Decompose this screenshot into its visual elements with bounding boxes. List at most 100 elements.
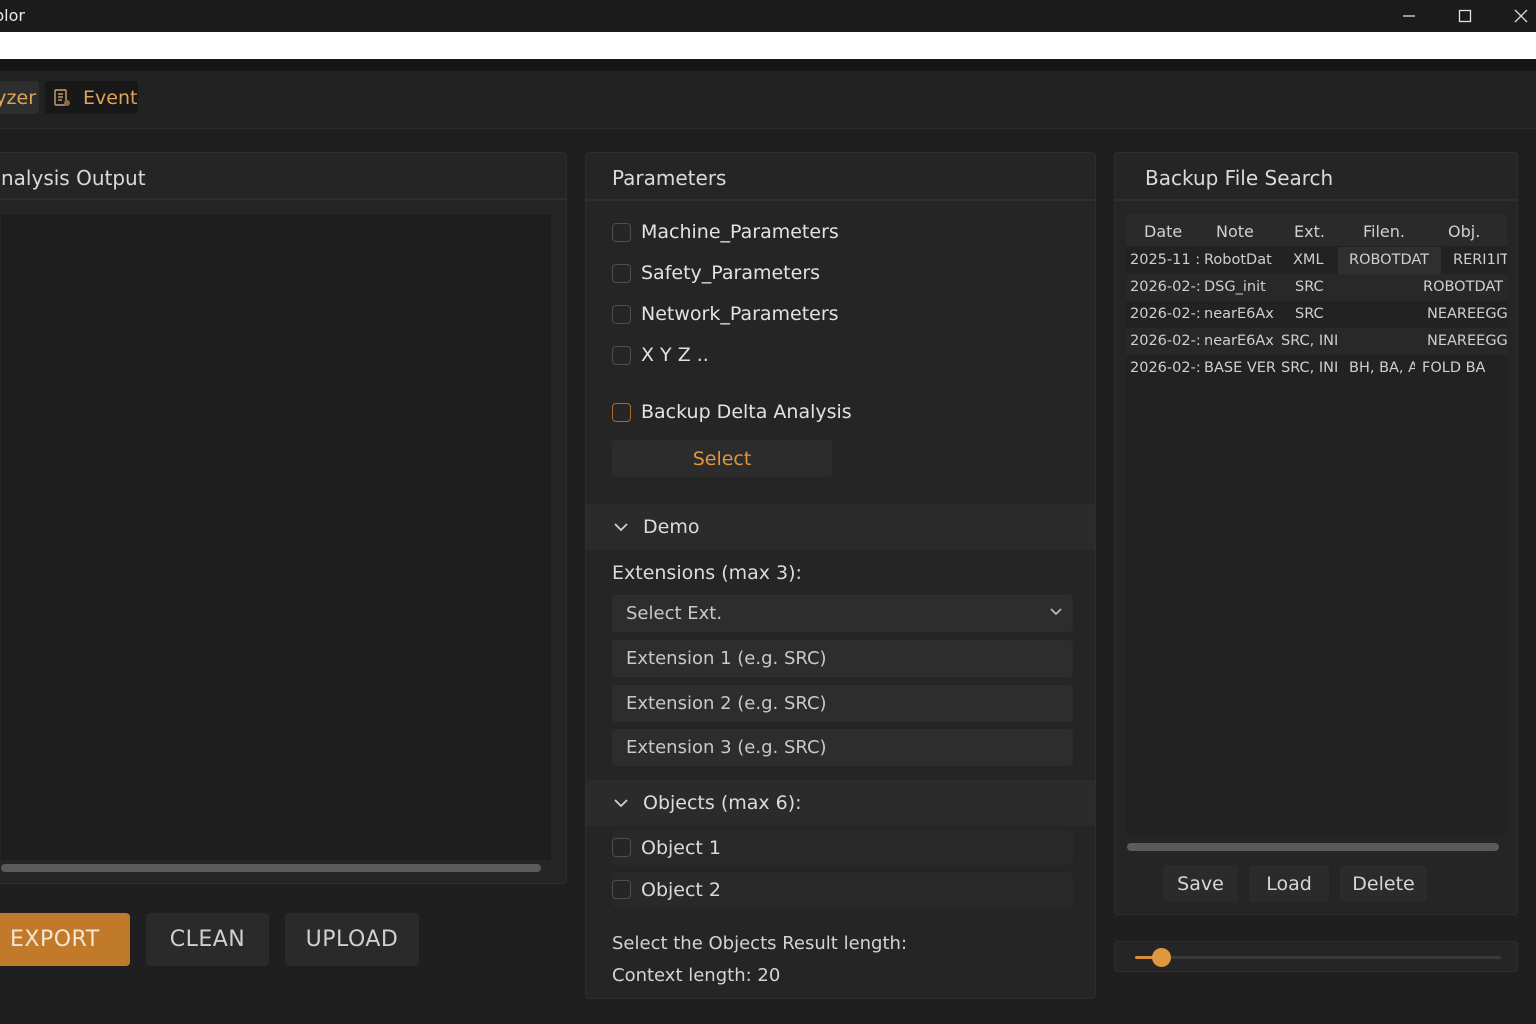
tab-event[interactable]: Event xyxy=(45,81,138,114)
column-header-ext[interactable]: Ext. xyxy=(1294,222,1325,241)
objects-section-header[interactable]: Objects (max 6): xyxy=(586,780,1095,826)
extensions-label: Extensions (max 3): xyxy=(612,562,802,584)
cell-note: DSG_init xyxy=(1204,279,1266,295)
separator-strip xyxy=(0,59,1536,71)
backup-search-panel: Backup File Search Date Note Ext. Filen.… xyxy=(1114,152,1518,915)
object-2-row[interactable]: Object 2 xyxy=(612,872,1073,907)
tab-analyzer[interactable]: yzer xyxy=(0,81,39,114)
table-row[interactable]: 2025-11 : RobotDat XML ROBOTDAT RERI1IT xyxy=(1126,247,1507,274)
cell-note: nearE6Ax xyxy=(1204,306,1274,322)
objects-section-label: Objects (max 6): xyxy=(643,792,802,814)
dropdown-value: Select Ext. xyxy=(626,603,723,624)
column-header-obj[interactable]: Obj. xyxy=(1448,222,1480,241)
table-row[interactable]: 2026-02-: DSG_init SRC ROBOTDAT xyxy=(1126,274,1507,301)
demo-section-header[interactable]: Demo xyxy=(586,504,1095,550)
checkbox-label: Machine_Parameters xyxy=(641,221,839,243)
cell-obj: NEAREEGG xyxy=(1427,306,1507,322)
backup-delta-checkbox[interactable]: Backup Delta Analysis xyxy=(612,401,852,423)
analysis-output-panel: nalysis Output xyxy=(0,152,567,884)
cell-ext: SRC xyxy=(1295,306,1324,322)
checkbox-label: X Y Z .. xyxy=(641,344,709,366)
table-row[interactable]: 2026-02-: nearE6Ax SRC NEAREEGG xyxy=(1126,301,1507,328)
divider xyxy=(0,198,566,200)
cell-ext: SRC xyxy=(1295,279,1324,295)
tab-analyzer-label: yzer xyxy=(0,86,36,109)
column-header-filename[interactable]: Filen. xyxy=(1363,222,1405,241)
checkbox-label: Backup Delta Analysis xyxy=(641,401,852,423)
object-1-row[interactable]: Object 1 xyxy=(612,830,1073,865)
select-button[interactable]: Select xyxy=(612,440,832,477)
machine-parameters-checkbox[interactable]: Machine_Parameters xyxy=(612,221,839,243)
xyz-checkbox[interactable]: X Y Z .. xyxy=(612,344,709,366)
analysis-output-area[interactable] xyxy=(1,215,551,860)
clean-button[interactable]: CLEAN xyxy=(146,913,269,966)
export-button[interactable]: EXPORT xyxy=(0,913,130,966)
cell-note: nearE6Ax xyxy=(1204,333,1274,349)
delete-button[interactable]: Delete xyxy=(1340,865,1427,902)
minimize-icon xyxy=(1403,15,1415,17)
chevron-down-icon xyxy=(1050,608,1062,616)
close-button[interactable] xyxy=(1493,0,1536,32)
select-extension-dropdown[interactable]: Select Ext. xyxy=(612,595,1073,632)
slider-track[interactable] xyxy=(1135,956,1501,959)
table-scrollbar[interactable] xyxy=(1127,843,1499,851)
checkbox-box[interactable] xyxy=(612,263,631,283)
cell-note: RobotDat xyxy=(1204,252,1272,268)
checkbox-box[interactable] xyxy=(612,402,631,422)
parameters-title: Parameters xyxy=(612,166,727,190)
cell-obj: ROBOTDAT xyxy=(1423,279,1504,295)
slider-handle[interactable] xyxy=(1151,948,1171,967)
parameters-panel: Parameters Machine_Parameters Safety_Par… xyxy=(585,152,1096,999)
checkbox-box[interactable] xyxy=(612,345,631,365)
cell-obj: RERI1IT xyxy=(1453,252,1507,268)
checkbox-label: Safety_Parameters xyxy=(641,262,821,284)
cell-note: BASE VER xyxy=(1204,360,1276,376)
checkbox-box[interactable] xyxy=(612,838,631,857)
table-row[interactable]: 2026-02-: BASE VER SRC, INI BH, BA, A FO… xyxy=(1126,355,1507,382)
address-bar xyxy=(0,32,1536,59)
divider xyxy=(1115,199,1517,201)
checkbox-box[interactable] xyxy=(612,880,631,899)
cell-date: 2026-02-: xyxy=(1130,333,1200,349)
objects-result-label: Select the Objects Result length: xyxy=(612,933,908,954)
backup-table: Date Note Ext. Filen. Obj. 2025-11 : Rob… xyxy=(1126,214,1507,835)
chevron-down-icon xyxy=(614,523,628,532)
backup-search-title: Backup File Search xyxy=(1145,166,1334,190)
upload-button[interactable]: UPLOAD xyxy=(285,913,419,966)
network-parameters-checkbox[interactable]: Network_Parameters xyxy=(612,303,839,325)
cell-date: 2026-02-: xyxy=(1130,360,1200,376)
horizontal-scrollbar[interactable] xyxy=(1,864,541,872)
cell-date: 2026-02-: xyxy=(1130,306,1200,322)
cell-obj: FOLD BA xyxy=(1422,360,1486,376)
cell-filename: ROBOTDAT xyxy=(1349,252,1430,268)
demo-section-label: Demo xyxy=(643,516,700,538)
cell-ext: XML xyxy=(1293,252,1324,268)
cell-filename: BH, BA, A xyxy=(1349,360,1415,376)
save-button[interactable]: Save xyxy=(1163,865,1238,902)
title-bar: plor xyxy=(0,0,1536,32)
column-header-date[interactable]: Date xyxy=(1144,222,1182,241)
document-icon xyxy=(54,88,70,106)
tab-bar: yzer Event xyxy=(0,71,1536,129)
load-button[interactable]: Load xyxy=(1249,865,1329,902)
window-title: plor xyxy=(0,6,25,25)
safety-parameters-checkbox[interactable]: Safety_Parameters xyxy=(612,262,820,284)
cell-obj: NEAREEGG xyxy=(1427,333,1507,349)
checkbox-label: Network_Parameters xyxy=(641,303,839,325)
checkbox-box[interactable] xyxy=(612,304,631,324)
maximize-button[interactable] xyxy=(1437,0,1493,32)
cell-ext: SRC, INI xyxy=(1281,333,1339,349)
extension-1-input[interactable]: Extension 1 (e.g. SRC) xyxy=(612,640,1073,677)
context-length-slider[interactable] xyxy=(1114,941,1518,972)
table-row[interactable]: 2026-02-: nearE6Ax SRC, INI NEAREEGG xyxy=(1126,328,1507,355)
checkbox-box[interactable] xyxy=(612,222,631,242)
cell-ext: SRC, INI xyxy=(1281,360,1339,376)
object-label: Object 1 xyxy=(641,836,722,859)
extension-3-input[interactable]: Extension 3 (e.g. SRC) xyxy=(612,729,1073,766)
minimize-button[interactable] xyxy=(1381,0,1437,32)
cell-date: 2025-11 : xyxy=(1130,252,1200,268)
column-header-note[interactable]: Note xyxy=(1216,222,1254,241)
chevron-down-icon xyxy=(614,799,628,808)
extension-2-input[interactable]: Extension 2 (e.g. SRC) xyxy=(612,685,1073,722)
context-length-label: Context length: 20 xyxy=(612,965,781,986)
